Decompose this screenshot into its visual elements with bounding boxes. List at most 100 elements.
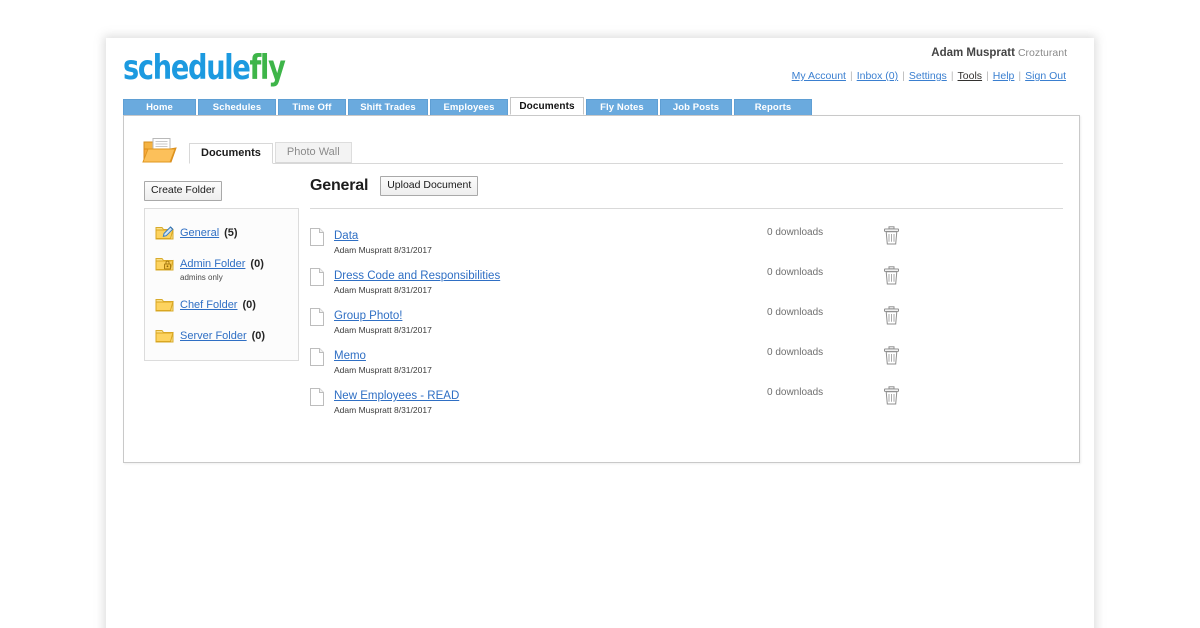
create-folder-button-wrap: Create Folder	[144, 180, 223, 201]
trash-icon[interactable]	[883, 266, 900, 285]
folder-name-link[interactable]: Server Folder	[180, 330, 247, 342]
panel-subtabs: Documents Photo Wall	[189, 142, 1063, 164]
folder-item-server-folder[interactable]: Server Folder (0)	[145, 326, 298, 344]
account-link-inbox-0[interactable]: Inbox (0)	[857, 70, 898, 82]
trash-icon[interactable]	[883, 226, 900, 245]
folder-item-line: Admin Folder (0)	[180, 254, 264, 272]
nav-tab-label: Schedules	[212, 102, 262, 113]
nav-tab-label: Job Posts	[672, 102, 720, 113]
account-link-help[interactable]: Help	[993, 70, 1015, 82]
create-folder-button[interactable]: Create Folder	[144, 181, 223, 201]
folder-count: (0)	[250, 258, 264, 270]
nav-tab-shift-trades[interactable]: Shift Trades	[348, 99, 428, 115]
document-title-link[interactable]: Data	[334, 230, 358, 242]
subtab-label: Documents	[201, 147, 261, 159]
nav-tab-fly-notes[interactable]: Fly Notes	[586, 99, 658, 115]
file-icon	[310, 268, 324, 286]
nav-tab-label: Documents	[519, 100, 575, 112]
nav-tab-employees[interactable]: Employees	[430, 99, 508, 115]
nav-tab-label: Shift Trades	[360, 102, 416, 113]
subtab-photo-wall[interactable]: Photo Wall	[274, 142, 352, 163]
schedulefly-logo[interactable]: schedulefly	[123, 48, 286, 88]
folder-item-general[interactable]: General (5)	[145, 223, 298, 241]
folder-name-link[interactable]: General	[180, 227, 219, 239]
document-download-count: 0 downloads	[767, 227, 824, 238]
folder-item-text: Chef Folder (0)	[180, 295, 256, 313]
file-icon	[310, 348, 324, 366]
nav-tab-documents[interactable]: Documents	[510, 97, 584, 115]
folder-name-link[interactable]: Admin Folder	[180, 258, 245, 270]
account-link-tools[interactable]: Tools	[958, 70, 983, 82]
document-row: Group Photo! Adam Muspratt 8/31/2017 0 dow…	[310, 306, 1063, 346]
account-link-separator: |	[950, 70, 954, 82]
document-byline: Adam Muspratt 8/31/2017	[334, 285, 432, 295]
screenshot-root: schedulefly Adam Muspratt Crozturant My A…	[0, 0, 1200, 628]
nav-tab-reports[interactable]: Reports	[734, 99, 812, 115]
nav-tab-home[interactable]: Home	[123, 99, 196, 115]
business-name: Crozturant	[1017, 47, 1067, 59]
document-title-link[interactable]: Dress Code and Responsibilities	[334, 270, 500, 282]
folder-count: (0)	[242, 299, 256, 311]
folder-item-line: General (5)	[180, 223, 238, 241]
document-download-count: 0 downloads	[767, 387, 824, 398]
folder-item-line: Server Folder (0)	[180, 326, 265, 344]
folder-item-text: Admin Folder (0) admins only	[180, 254, 264, 282]
account-link-my-account[interactable]: My Account	[792, 70, 846, 82]
app-page: schedulefly Adam Muspratt Crozturant My A…	[106, 38, 1094, 628]
document-byline: Adam Muspratt 8/31/2017	[334, 365, 432, 375]
folder-count: (0)	[251, 330, 266, 342]
folder-lock-icon	[155, 255, 174, 271]
document-meta: New Employees - READ Adam Muspratt 8/31/…	[334, 386, 724, 415]
document-row: Dress Code and Responsibilities Adam Mus…	[310, 266, 1063, 306]
header-divider	[310, 208, 1063, 209]
document-title-link[interactable]: New Employees - READ	[334, 390, 459, 402]
folder-item-text: Server Folder (0)	[180, 326, 265, 344]
document-meta: Dress Code and Responsibilities Adam Mus…	[334, 266, 724, 295]
account-links: My Account | Inbox (0) | Settings | Tools | Help…	[791, 70, 1067, 82]
documents-list: Data Adam Muspratt 8/31/2017 0 downloads Dr…	[310, 226, 1063, 426]
folder-item-admin-folder[interactable]: Admin Folder (0) admins only	[145, 254, 298, 282]
section-title: General	[310, 177, 369, 194]
nav-tab-label: Home	[146, 102, 173, 113]
document-meta: Memo Adam Muspratt 8/31/2017	[334, 346, 724, 375]
document-meta: Group Photo! Adam Muspratt 8/31/2017	[334, 306, 724, 335]
subtab-label: Photo Wall	[286, 146, 340, 158]
account-link-settings[interactable]: Settings	[909, 70, 947, 82]
folder-count: (5)	[224, 227, 238, 239]
folder-item-line: Chef Folder (0)	[180, 295, 256, 313]
logo-text-primary: schedule	[123, 48, 251, 88]
trash-icon[interactable]	[883, 346, 900, 365]
upload-document-button[interactable]: Upload Document	[380, 176, 479, 196]
account-link-separator: |	[1018, 70, 1022, 82]
file-icon	[310, 388, 324, 406]
document-byline: Adam Muspratt 8/31/2017	[334, 245, 432, 255]
folder-icon	[155, 296, 174, 312]
logo-text-secondary: fly	[249, 48, 286, 88]
account-link-separator: |	[902, 70, 905, 82]
document-meta: Data Adam Muspratt 8/31/2017	[334, 226, 724, 255]
account-link-separator: |	[986, 70, 989, 82]
file-icon	[310, 308, 324, 326]
folder-item-chef-folder[interactable]: Chef Folder (0)	[145, 295, 298, 313]
folder-icon	[155, 327, 174, 343]
document-row: New Employees - READ Adam Muspratt 8/31/…	[310, 386, 1063, 426]
nav-tab-time-off[interactable]: Time Off	[278, 99, 346, 115]
trash-icon[interactable]	[883, 306, 900, 325]
document-title-link[interactable]: Group Photo!	[334, 310, 402, 322]
document-title-link[interactable]: Memo	[334, 350, 366, 362]
nav-tab-label: Fly Notes	[600, 102, 644, 113]
document-download-count: 0 downloads	[767, 347, 824, 358]
subtab-documents[interactable]: Documents	[189, 143, 273, 164]
user-name: Adam Muspratt	[931, 47, 1015, 59]
folder-name-link[interactable]: Chef Folder	[180, 299, 237, 311]
nav-tab-schedules[interactable]: Schedules	[198, 99, 276, 115]
folder-sidebar: General (5) Admin Folder (0) admins only Chef…	[144, 208, 299, 361]
file-icon	[310, 228, 324, 246]
nav-tab-label: Reports	[754, 102, 792, 113]
document-byline: Adam Muspratt 8/31/2017	[334, 325, 432, 335]
nav-tab-job-posts[interactable]: Job Posts	[660, 99, 732, 115]
nav-tab-label: Employees	[443, 102, 495, 113]
trash-icon[interactable]	[883, 386, 900, 405]
account-link-sign-out[interactable]: Sign Out	[1025, 70, 1066, 82]
document-byline: Adam Muspratt 8/31/2017	[334, 405, 432, 415]
